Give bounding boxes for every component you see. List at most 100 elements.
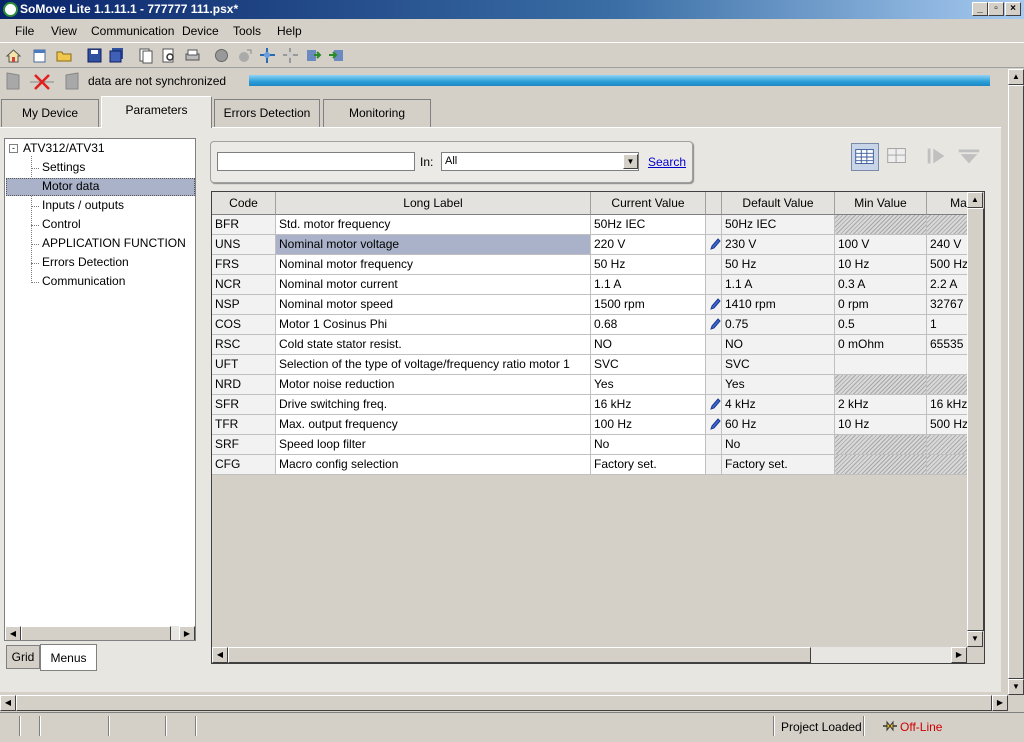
cell-current-value[interactable]: 0.68 [591,315,706,335]
col-header-default-value[interactable]: Default Value [722,192,835,215]
tree-item-settings[interactable]: Settings [42,160,85,174]
project-status: Project Loaded [781,720,862,734]
table-view-button[interactable] [851,143,879,171]
window-scroll-left-button[interactable]: ◀ [0,695,16,711]
upload-icon[interactable] [305,47,322,64]
col-header-max[interactable]: Max [927,192,967,215]
cell-current-value[interactable]: NO [591,335,706,355]
play-icon[interactable] [924,143,952,171]
open-folder-icon[interactable] [56,47,73,64]
menu-file[interactable]: File [15,24,34,38]
cell-max-value [927,375,967,395]
grid-view-button[interactable] [884,143,912,171]
transfer-icon[interactable] [282,47,299,64]
cell-current-value[interactable]: 220 V [591,235,706,255]
cell-long-label: Max. output frequency [276,415,591,435]
tree-item-motor-data[interactable]: Motor data [42,179,99,193]
tab-menus[interactable]: Menus [40,644,97,671]
cell-code: FRS [212,255,276,275]
cell-current-value[interactable]: SVC [591,355,706,375]
cell-current-value[interactable]: 50Hz IEC [591,215,706,235]
cell-max-value [927,355,967,375]
status-divider [863,716,865,736]
window-scroll-down-button[interactable]: ▼ [1008,679,1024,695]
maximize-button[interactable]: ▫ [988,2,1004,16]
download-icon[interactable] [328,47,345,64]
menu-tools[interactable]: Tools [233,24,261,38]
tree-branch [31,244,39,245]
tab-my-device[interactable]: My Device [1,99,99,127]
tab-grid[interactable]: Grid [6,645,40,669]
cell-current-value[interactable]: Yes [591,375,706,395]
cell-current-value[interactable]: 50 Hz [591,255,706,275]
col-header-edit[interactable] [706,192,722,215]
cell-code: NCR [212,275,276,295]
tree-scroll-right-button[interactable]: ▶ [179,626,195,640]
tree-item-application-function[interactable]: APPLICATION FUNCTION [42,236,186,250]
cell-default-value: 1410 rpm [722,295,835,315]
window-scroll-up-button[interactable]: ▲ [1008,69,1024,85]
cell-current-value[interactable]: 100 Hz [591,415,706,435]
cell-edit [706,315,722,335]
home-icon[interactable] [5,47,22,64]
menu-device[interactable]: Device [182,24,219,38]
search-button[interactable]: Search [648,155,686,169]
cell-max-value [927,215,967,235]
window-scroll-right-button[interactable]: ▶ [992,695,1008,711]
save-icon[interactable] [86,47,103,64]
cell-long-label: Selection of the type of voltage/frequen… [276,355,591,375]
tree-item-errors-detection[interactable]: Errors Detection [42,255,129,269]
table-scroll-right-button[interactable]: ▶ [951,647,967,663]
pencil-icon [710,298,721,310]
search-input[interactable] [217,152,415,171]
col-header-current-value[interactable]: Current Value [591,192,706,215]
cell-current-value[interactable]: 16 kHz [591,395,706,415]
sync-status-text: data are not synchronized [88,74,227,88]
cell-current-value[interactable]: 1.1 A [591,275,706,295]
new-icon[interactable] [31,47,48,64]
table-hscroll-thumb[interactable] [228,647,811,663]
cell-current-value[interactable]: No [591,435,706,455]
tree-scroll-thumb[interactable] [21,626,171,640]
menu-communication[interactable]: Communication [91,24,174,38]
menu-view[interactable]: View [51,24,77,38]
table-scroll-up-button[interactable]: ▲ [967,192,983,208]
in-select[interactable] [441,152,639,171]
col-header-long-label[interactable]: Long Label [276,192,591,215]
window-hscroll-thumb[interactable] [16,695,992,711]
col-header-min-value[interactable]: Min Value [835,192,927,215]
cell-current-value[interactable]: Factory set. [591,455,706,475]
tab-parameters[interactable]: Parameters [101,96,212,128]
save-all-icon[interactable] [108,47,125,64]
connect-icon[interactable] [236,47,253,64]
chevron-down-icon[interactable]: ▼ [623,154,638,169]
tree-item-inputs-outputs[interactable]: Inputs / outputs [42,198,124,212]
col-header-code[interactable]: Code [212,192,276,215]
collapse-toggle[interactable]: - [9,144,18,153]
filter-icon[interactable] [956,143,984,171]
menu-help[interactable]: Help [277,24,302,38]
tree-scroll-left-button[interactable]: ◀ [5,626,21,640]
tab-errors-detection[interactable]: Errors Detection [214,99,320,127]
pencil-icon [710,318,721,330]
tree-root[interactable]: ATV312/ATV31 [23,141,105,155]
minimize-button[interactable]: _ [972,2,988,16]
close-button[interactable]: × [1005,2,1021,16]
cell-current-value[interactable]: 1500 rpm [591,295,706,315]
tree-branch [31,282,39,283]
window-vscroll-thumb[interactable] [1008,85,1024,679]
cell-code: NRD [212,375,276,395]
print-preview-icon[interactable] [160,47,177,64]
table-vscroll-thumb[interactable] [967,208,984,631]
stop-icon[interactable] [213,47,230,64]
print-icon[interactable] [184,47,201,64]
copy-icon[interactable] [137,47,154,64]
table-scroll-down-button[interactable]: ▼ [967,631,983,647]
cell-min-value: 0.5 [835,315,927,335]
tab-monitoring[interactable]: Monitoring [323,99,431,127]
disconnect-icon[interactable] [259,47,276,64]
tree-item-control[interactable]: Control [42,217,81,231]
cell-edit [706,455,722,475]
tree-item-communication[interactable]: Communication [42,274,125,288]
table-scroll-left-button[interactable]: ◀ [212,647,228,663]
